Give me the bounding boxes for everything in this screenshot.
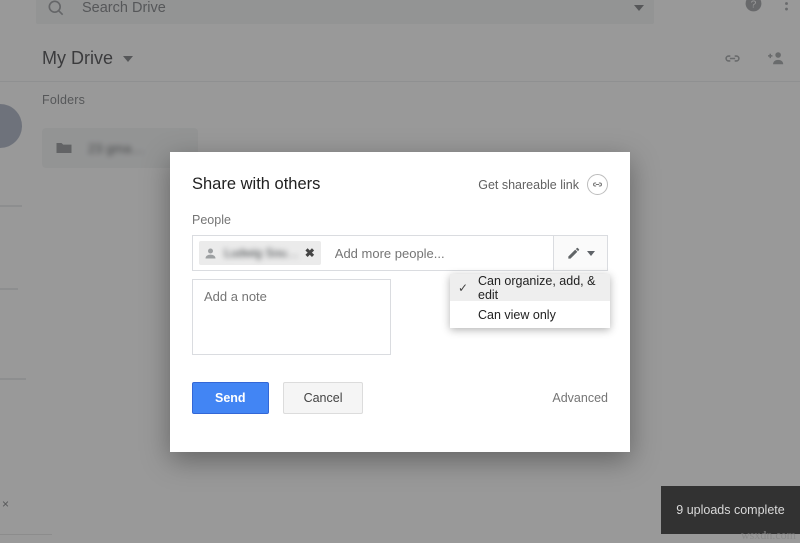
advanced-link[interactable]: Advanced — [552, 391, 608, 405]
send-button[interactable]: Send — [192, 382, 269, 414]
remove-person-icon[interactable]: ✖ — [305, 247, 315, 259]
dialog-title: Share with others — [192, 175, 321, 193]
upload-toast[interactable]: 9 uploads complete — [661, 486, 800, 534]
people-input-box[interactable]: Ludwig Sou… ✖ — [192, 235, 554, 271]
toast-message: 9 uploads complete — [676, 503, 785, 517]
get-shareable-link-button[interactable]: Get shareable link — [478, 174, 608, 195]
cancel-button[interactable]: Cancel — [282, 382, 364, 414]
check-icon: ✓ — [458, 280, 469, 295]
dialog-footer: Send Cancel Advanced — [192, 382, 608, 414]
link-icon — [587, 174, 608, 195]
note-textarea[interactable] — [192, 279, 391, 355]
people-section-label: People — [192, 213, 231, 227]
permission-menu-item-organize-add-edit[interactable]: ✓ Can organize, add, & edit — [450, 273, 610, 302]
dialog-header: Share with others Get shareable link — [170, 152, 630, 195]
permission-menu-item-label: Can view only — [478, 307, 556, 322]
chevron-down-icon — [587, 250, 595, 256]
permission-menu-item-label: Can organize, add, & edit — [478, 273, 596, 302]
person-chip-label: Ludwig Sou… — [224, 246, 299, 260]
watermark: wsxdn.com — [741, 528, 796, 542]
person-chip[interactable]: Ludwig Sou… ✖ — [199, 241, 321, 265]
add-people-input[interactable] — [334, 245, 547, 261]
people-input-row: Ludwig Sou… ✖ — [192, 235, 608, 271]
pencil-icon — [568, 247, 580, 259]
get-shareable-link-label: Get shareable link — [478, 177, 579, 192]
avatar — [205, 248, 216, 258]
permission-dropdown-menu: ✓ Can organize, add, & edit Can view onl… — [450, 274, 610, 328]
permission-dropdown-button[interactable] — [554, 235, 608, 271]
permission-menu-item-view-only[interactable]: Can view only — [450, 301, 610, 328]
